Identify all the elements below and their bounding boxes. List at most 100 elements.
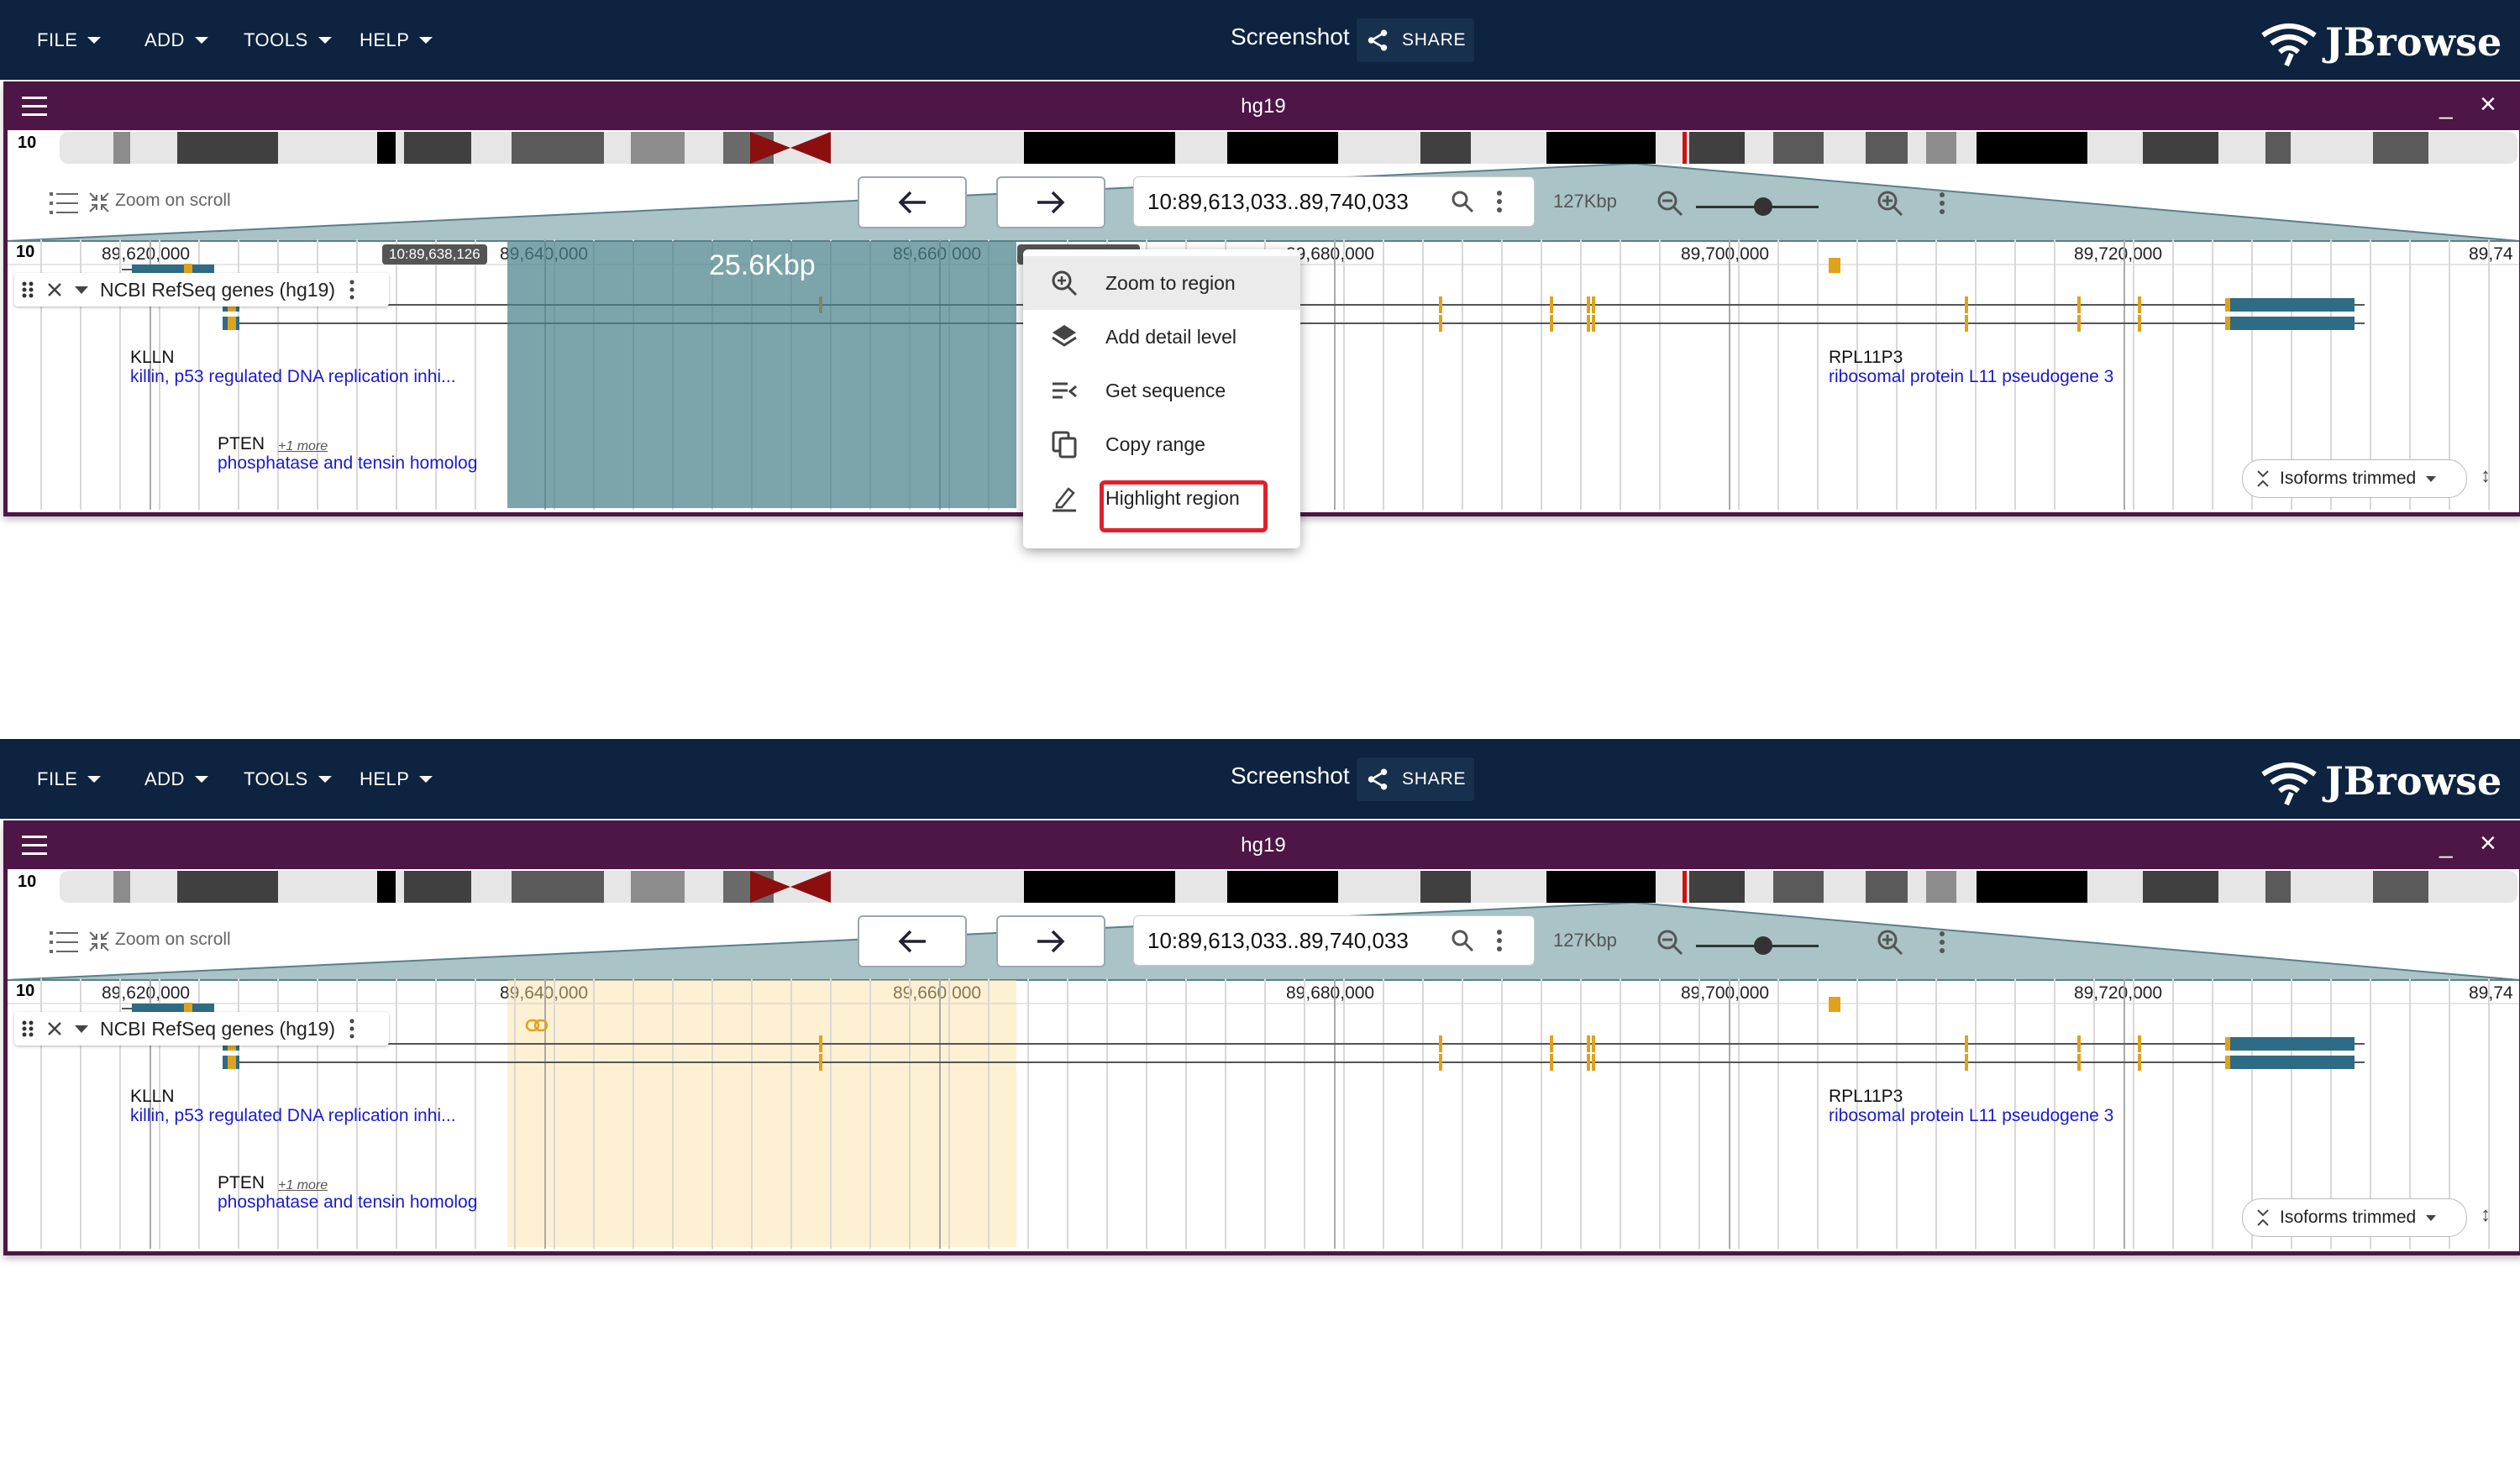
track-label: NCBI RefSeq genes (hg19) [14, 273, 389, 307]
menu-file[interactable]: FILE [37, 25, 102, 55]
bp-per-view: 127Kbp [1553, 191, 1617, 212]
close-track-icon[interactable] [46, 1020, 63, 1037]
caret-icon [87, 776, 102, 783]
highlight-pen-icon [1053, 487, 1076, 512]
track-menu-icon[interactable] [349, 279, 355, 301]
close-view-icon[interactable]: × [2480, 827, 2496, 860]
search-icon[interactable] [1450, 928, 1475, 953]
track-selector-icon[interactable] [50, 191, 78, 216]
collapse-icon[interactable] [75, 1025, 88, 1033]
view-header: hg19 _ × [3, 81, 2520, 130]
arrow-right-icon [1037, 191, 1065, 214]
gene-description: phosphatase and tensin homolog [218, 453, 478, 473]
menu-tools[interactable]: TOOLS [244, 25, 332, 55]
zoom-on-scroll-toggle[interactable]: Zoom on scroll [115, 191, 231, 211]
selection-start-tag: 10:89,638,126 [382, 244, 487, 265]
arrow-right-icon [1037, 930, 1065, 953]
gene-description: killin, p53 regulated DNA replication in… [130, 1106, 456, 1125]
gene-name[interactable]: RPL11P3 [1829, 348, 1903, 368]
menu-item-add-detail-level[interactable]: Add detail level [1023, 310, 1300, 364]
arrow-left-icon [898, 930, 926, 953]
close-track-icon[interactable] [46, 281, 63, 298]
chromosome-label: 10 [18, 873, 37, 891]
chromosome-ideogram[interactable] [60, 871, 2517, 903]
collapse-vertical-icon [2257, 1209, 2269, 1226]
location-search-input[interactable]: 10:89,613,033..89,740,033 [1133, 915, 1535, 966]
menu-tools[interactable]: TOOLS [244, 764, 332, 794]
gene-name[interactable]: RPL11P3 [1829, 1087, 1903, 1107]
caret-icon [419, 37, 433, 44]
location-search-input[interactable]: 10:89,613,033..89,740,033 [1133, 176, 1535, 227]
gene-name[interactable]: PTEN [218, 1173, 265, 1193]
share-icon [1368, 29, 1388, 51]
track-name: NCBI RefSeq genes (hg19) [100, 1017, 335, 1040]
menu-item-get-sequence[interactable]: Get sequence [1023, 364, 1300, 417]
assembly-title: hg19 [1241, 834, 1286, 857]
drag-handle-icon[interactable] [21, 1019, 34, 1038]
more-vertical-icon[interactable] [1495, 928, 1504, 953]
app-bar: FILE ADD TOOLS HELP Screenshot SHARE JBr… [0, 739, 2520, 819]
scene-before-highlight: FILE ADD TOOLS HELP Screenshot SHARE JBr… [0, 0, 2520, 739]
scroll-right-button[interactable] [996, 176, 1105, 228]
minimize-icon[interactable]: _ [2439, 832, 2453, 859]
collapse-vertical-icon [2257, 470, 2269, 487]
drag-handle-icon[interactable] [21, 280, 34, 299]
share-button[interactable]: SHARE [1357, 757, 1474, 801]
arrow-left-icon [898, 191, 926, 214]
menu-help[interactable]: HELP [360, 25, 433, 55]
compress-icon [89, 192, 109, 212]
menu-item-zoom-to-region[interactable]: Zoom to region [1023, 256, 1300, 310]
selection-size-label: 25.6Kbp [709, 249, 816, 281]
resize-track-icon[interactable]: ↕ [2481, 464, 2491, 488]
menu-item-copy-range[interactable]: Copy range [1023, 417, 1300, 471]
gene-name[interactable]: PTEN [218, 434, 265, 454]
search-icon[interactable] [1450, 189, 1475, 214]
centromere-icon [750, 871, 831, 903]
more-isoforms-link[interactable]: +1 more [278, 1178, 328, 1193]
chromosome-ideogram[interactable] [60, 132, 2517, 164]
collapse-icon[interactable] [75, 286, 88, 294]
zoom-out-icon[interactable] [1656, 189, 1684, 218]
isoforms-trimmed-button[interactable]: Isoforms trimmed [2242, 1198, 2467, 1237]
zoom-out-icon[interactable] [1656, 928, 1684, 957]
isoforms-trimmed-button[interactable]: Isoforms trimmed [2242, 459, 2467, 498]
gene-name[interactable]: KLLN [130, 348, 175, 368]
gene-name[interactable]: KLLN [130, 1087, 175, 1107]
view-options-icon[interactable] [1938, 191, 1946, 216]
menu-help[interactable]: HELP [360, 764, 433, 794]
caret-icon [194, 37, 208, 44]
scroll-right-button[interactable] [996, 915, 1105, 967]
caret-icon [419, 776, 433, 783]
caret-icon [318, 776, 332, 783]
menu-add[interactable]: ADD [144, 764, 208, 794]
minimize-icon[interactable]: _ [2439, 93, 2453, 120]
chromosome-label: 10 [18, 134, 37, 152]
menu-file[interactable]: FILE [37, 764, 102, 794]
scene-after-highlight: FILE ADD TOOLS HELP Screenshot SHARE JBr… [0, 739, 2520, 1478]
resize-track-icon[interactable]: ↕ [2481, 1203, 2491, 1227]
scroll-left-button[interactable] [858, 915, 967, 967]
layers-icon [1052, 325, 1077, 347]
caret-icon [2426, 475, 2437, 482]
copy-icon [1052, 431, 1077, 459]
screenshot-label: Screenshot [1231, 763, 1350, 789]
menu-add[interactable]: ADD [144, 25, 208, 55]
app-bar: FILE ADD TOOLS HELP Screenshot SHARE JBr… [0, 0, 2520, 80]
close-view-icon[interactable]: × [2480, 88, 2496, 121]
centromere-icon [750, 132, 831, 164]
scroll-left-button[interactable] [858, 176, 967, 228]
link-icon[interactable] [525, 1018, 549, 1033]
track-label: NCBI RefSeq genes (hg19) [14, 1012, 389, 1046]
highlight-region-callout [1100, 480, 1268, 532]
track-menu-icon[interactable] [349, 1018, 355, 1040]
jbrowse-logo: JBrowse [2260, 17, 2502, 67]
zoom-in-icon[interactable] [1876, 928, 1904, 957]
zoom-in-icon[interactable] [1876, 189, 1904, 218]
caret-icon [87, 37, 102, 44]
more-isoforms-link[interactable]: +1 more [278, 439, 328, 454]
track-selector-icon[interactable] [50, 930, 78, 955]
share-button[interactable]: SHARE [1357, 18, 1474, 62]
zoom-on-scroll-toggle[interactable]: Zoom on scroll [115, 930, 231, 950]
view-options-icon[interactable] [1938, 930, 1946, 955]
more-vertical-icon[interactable] [1495, 189, 1504, 214]
